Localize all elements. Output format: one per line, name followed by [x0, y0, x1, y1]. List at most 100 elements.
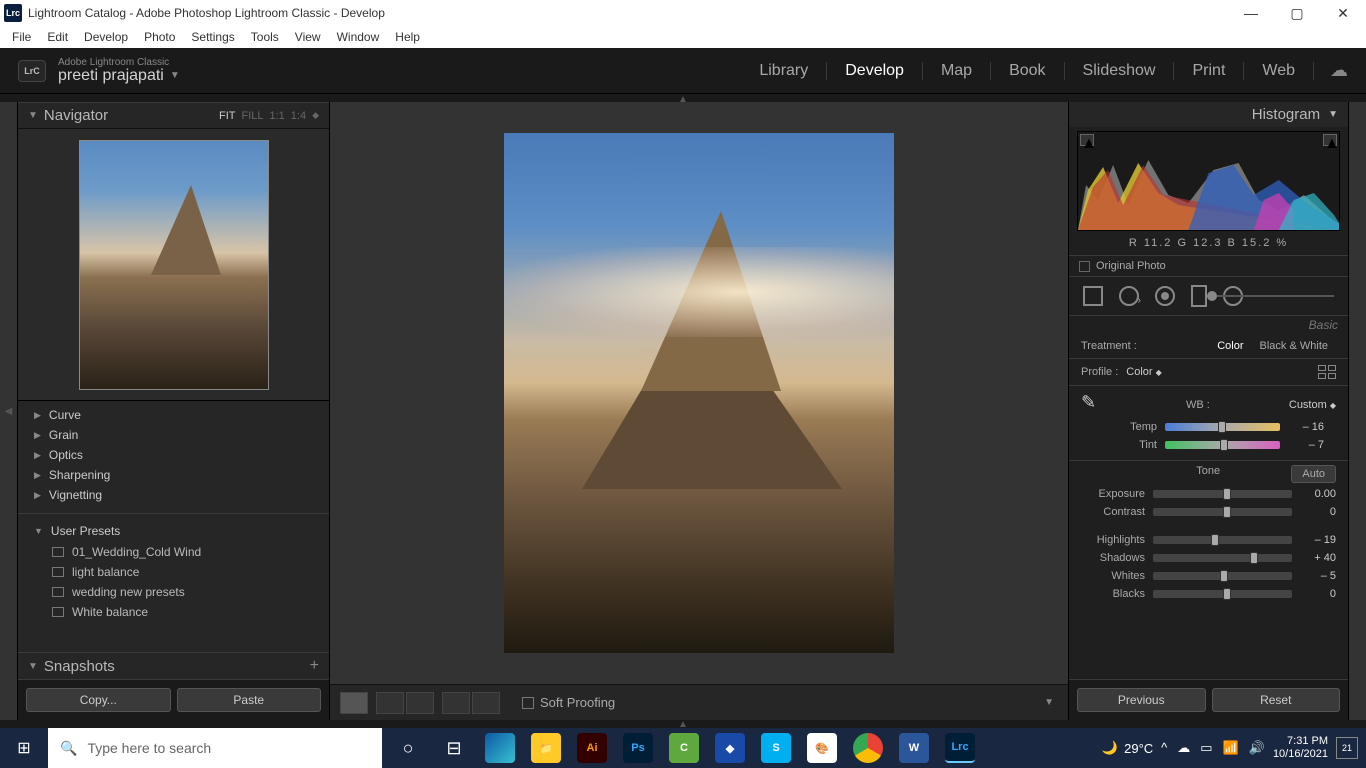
preset-cat-curve[interactable]: ▶Curve: [18, 405, 329, 425]
temp-slider[interactable]: Temp – 16: [1081, 418, 1336, 436]
taskbar-search[interactable]: 🔍 Type here to search: [48, 728, 382, 768]
preset-cat-sharpening[interactable]: ▶Sharpening: [18, 465, 329, 485]
module-develop[interactable]: Develop: [827, 62, 923, 80]
start-button[interactable]: ⊞: [0, 728, 48, 768]
chrome-icon[interactable]: [848, 728, 888, 768]
menu-tools[interactable]: Tools: [243, 30, 287, 44]
cortana-icon[interactable]: ○: [388, 728, 428, 768]
paint-icon[interactable]: 🎨: [802, 728, 842, 768]
skype-icon[interactable]: S: [756, 728, 796, 768]
wb-eyedropper-icon[interactable]: ✎: [1081, 392, 1107, 418]
menu-window[interactable]: Window: [329, 30, 388, 44]
histogram-header[interactable]: Histogram ▼: [1069, 102, 1348, 127]
zoom-1-1[interactable]: 1:1: [269, 110, 284, 122]
snapshots-header[interactable]: ▼ Snapshots +: [18, 652, 329, 680]
copy-button[interactable]: Copy...: [26, 688, 171, 712]
notifications-icon[interactable]: 21: [1336, 737, 1358, 759]
volume-icon[interactable]: 🔊: [1249, 740, 1265, 756]
zoom-fit[interactable]: FIT: [219, 110, 236, 122]
highlights-slider[interactable]: Highlights– 19: [1069, 531, 1348, 549]
paste-button[interactable]: Paste: [177, 688, 322, 712]
previous-button[interactable]: Previous: [1077, 688, 1206, 712]
reset-button[interactable]: Reset: [1212, 688, 1341, 712]
tray-expand-icon[interactable]: ^: [1161, 740, 1167, 756]
histogram-display[interactable]: ▲ ▲: [1077, 131, 1340, 231]
app-icon[interactable]: ◆: [710, 728, 750, 768]
spot-removal-icon[interactable]: ›: [1119, 286, 1139, 306]
filmstrip-toggle-icon[interactable]: ▲: [678, 719, 688, 730]
user-preset-item[interactable]: light balance: [18, 562, 329, 582]
view-before-after-lr-button[interactable]: [376, 692, 404, 714]
navigator-preview[interactable]: [18, 129, 329, 401]
edge-icon[interactable]: [480, 728, 520, 768]
module-slideshow[interactable]: Slideshow: [1065, 62, 1175, 80]
weather-widget[interactable]: 🌙 29°C: [1102, 740, 1153, 756]
module-library[interactable]: Library: [741, 62, 827, 80]
battery-icon[interactable]: ▭: [1200, 740, 1212, 756]
wb-dropdown[interactable]: Custom ◆: [1289, 399, 1336, 411]
menu-photo[interactable]: Photo: [136, 30, 183, 44]
crop-tool-icon[interactable]: [1083, 286, 1103, 306]
word-icon[interactable]: W: [894, 728, 934, 768]
exposure-slider[interactable]: Exposure0.00: [1069, 485, 1348, 503]
coreldraw-icon[interactable]: C: [664, 728, 704, 768]
view-before-after-tb-button[interactable]: [406, 692, 434, 714]
minimize-button[interactable]: —: [1228, 0, 1274, 26]
user-preset-item[interactable]: White balance: [18, 602, 329, 622]
taskbar-clock[interactable]: 7:31 PM 10/16/2021: [1273, 735, 1328, 761]
menu-settings[interactable]: Settings: [183, 30, 242, 44]
illustrator-icon[interactable]: Ai: [572, 728, 612, 768]
module-map[interactable]: Map: [923, 62, 991, 80]
view-split-lr-button[interactable]: [442, 692, 470, 714]
user-dropdown-icon[interactable]: ▼: [170, 71, 180, 81]
preset-cat-optics[interactable]: ▶Optics: [18, 445, 329, 465]
tint-slider[interactable]: Tint – 7: [1081, 436, 1336, 454]
module-print[interactable]: Print: [1174, 62, 1244, 80]
soft-proofing-toggle[interactable]: Soft Proofing: [522, 695, 615, 710]
close-button[interactable]: ✕: [1320, 0, 1366, 26]
treatment-color[interactable]: Color: [1209, 340, 1251, 352]
add-snapshot-icon[interactable]: +: [310, 657, 319, 675]
right-panel-toggle[interactable]: [1348, 102, 1366, 720]
explorer-icon[interactable]: 📁: [526, 728, 566, 768]
zoom-fill[interactable]: FILL: [241, 110, 263, 122]
menu-help[interactable]: Help: [387, 30, 428, 44]
treatment-bw[interactable]: Black & White: [1252, 340, 1336, 352]
zoom-1-4[interactable]: 1:4: [291, 110, 306, 122]
menu-develop[interactable]: Develop: [76, 30, 136, 44]
preset-cat-vignetting[interactable]: ▶Vignetting: [18, 485, 329, 505]
menu-view[interactable]: View: [287, 30, 329, 44]
module-web[interactable]: Web: [1244, 62, 1314, 80]
view-loupe-button[interactable]: [340, 692, 368, 714]
shadows-slider[interactable]: Shadows+ 40: [1069, 549, 1348, 567]
task-view-icon[interactable]: ⊟: [434, 728, 474, 768]
profile-browser-icon[interactable]: [1318, 365, 1336, 379]
menu-file[interactable]: File: [4, 30, 39, 44]
graduated-filter-icon[interactable]: [1191, 285, 1207, 307]
user-preset-item[interactable]: wedding new presets: [18, 582, 329, 602]
profile-dropdown[interactable]: Color ◆: [1126, 366, 1162, 378]
preset-cat-grain[interactable]: ▶Grain: [18, 425, 329, 445]
user-name[interactable]: preeti prajapati: [58, 68, 164, 84]
brush-tool-slider[interactable]: [1259, 291, 1334, 301]
view-split-tb-button[interactable]: [472, 692, 500, 714]
user-presets-header[interactable]: ▼User Presets: [18, 513, 329, 542]
toolbar-options-icon[interactable]: ▼: [1044, 697, 1054, 708]
menu-edit[interactable]: Edit: [39, 30, 76, 44]
lightroom-icon[interactable]: Lrc: [940, 728, 980, 768]
canvas-area[interactable]: [330, 102, 1068, 684]
photoshop-icon[interactable]: Ps: [618, 728, 658, 768]
onedrive-icon[interactable]: ☁: [1177, 740, 1190, 756]
maximize-button[interactable]: ▢: [1274, 0, 1320, 26]
blacks-slider[interactable]: Blacks0: [1069, 585, 1348, 603]
zoom-dropdown-icon[interactable]: ◆: [312, 110, 319, 121]
contrast-slider[interactable]: Contrast0: [1069, 503, 1348, 521]
auto-tone-button[interactable]: Auto: [1291, 465, 1336, 483]
module-book[interactable]: Book: [991, 62, 1064, 80]
user-preset-item[interactable]: 01_Wedding_Cold Wind: [18, 542, 329, 562]
original-photo-toggle[interactable]: Original Photo: [1069, 255, 1348, 277]
navigator-header[interactable]: ▼ Navigator FIT FILL 1:1 1:4 ◆: [18, 102, 329, 129]
left-panel-toggle[interactable]: ◀: [0, 102, 18, 720]
redeye-tool-icon[interactable]: [1155, 286, 1175, 306]
cloud-sync-icon[interactable]: ☁: [1330, 60, 1348, 81]
